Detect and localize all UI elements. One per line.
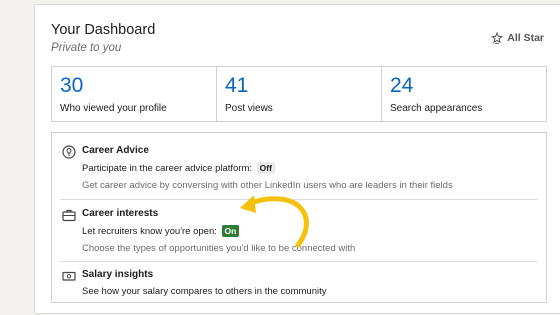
career-interests-status-text: Let recruiters know you're open:: [82, 226, 217, 237]
all-star-label: All Star: [507, 32, 544, 44]
divider: [60, 261, 538, 262]
career-interests-title: Career interests: [82, 208, 159, 219]
briefcase-icon: [62, 209, 76, 222]
stat-value: 30: [60, 74, 84, 97]
stats-row: 30 Who viewed your profile 41 Post views…: [51, 66, 547, 122]
career-advice-title: Career Advice: [82, 145, 149, 156]
stat-value: 24: [390, 74, 414, 97]
career-advice-off-badge[interactable]: Off: [256, 162, 275, 174]
dashboard-subtitle: Private to you: [51, 42, 122, 54]
lightbulb-icon: [62, 145, 76, 159]
stat-search-appearances[interactable]: 24 Search appearances: [382, 67, 546, 121]
career-advice-status-text: Participate in the career advice platfor…: [82, 163, 253, 174]
stat-value: 41: [225, 74, 249, 97]
stat-label: Search appearances: [390, 103, 483, 114]
star-icon: [491, 32, 504, 44]
stat-post-views[interactable]: 41 Post views: [217, 67, 382, 121]
salary-insights-title: Salary insights: [82, 269, 154, 280]
annotation-arrow-icon: [240, 195, 309, 248]
stat-label: Who viewed your profile: [60, 103, 167, 114]
dashboard-title: Your Dashboard: [51, 22, 156, 38]
salary-insights-description: See how your salary compares to others i…: [82, 286, 327, 297]
career-interests-status: Let recruiters know you're open: On: [82, 225, 240, 237]
all-star-badge[interactable]: All Star: [491, 32, 544, 44]
money-icon: [62, 271, 76, 281]
stat-profile-views[interactable]: 30 Who viewed your profile: [52, 67, 217, 121]
stat-label: Post views: [225, 103, 273, 114]
dashboard-card: Your Dashboard Private to you All Star 3…: [34, 4, 560, 314]
career-advice-status: Participate in the career advice platfor…: [82, 162, 275, 174]
